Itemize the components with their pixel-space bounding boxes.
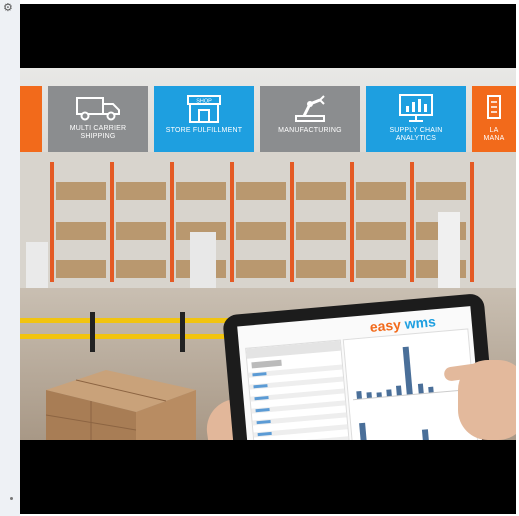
gear-icon: ⚙: [3, 2, 13, 14]
monitor-chart-icon: [399, 94, 433, 122]
video-frame[interactable]: MULTI CARRIER SHIPPING SHOP STORE FULFILL…: [20, 4, 516, 514]
tile-store-fulfillment[interactable]: SHOP STORE FULFILLMENT: [154, 86, 254, 152]
data-table: [245, 339, 354, 440]
warehouse-racks: [20, 152, 516, 302]
dot-marker: [10, 497, 13, 500]
tile-multi-carrier-shipping[interactable]: MULTI CARRIER SHIPPING: [48, 86, 148, 152]
shop-sign: SHOP: [196, 99, 212, 105]
tile-label: SUPPLY CHAIN ANALYTICS: [389, 127, 443, 142]
right-hand: [458, 360, 516, 440]
tile-label: LA MANA: [483, 127, 505, 142]
robot-arm-icon: [295, 95, 325, 122]
tile-partial-left[interactable]: [20, 86, 42, 152]
left-strip: ⚙: [0, 0, 20, 516]
brand-prefix: easy: [369, 316, 402, 335]
tile-supply-chain-analytics[interactable]: SUPPLY CHAIN ANALYTICS: [366, 86, 466, 152]
tile-partial-right[interactable]: LA MANA: [472, 86, 516, 152]
tile-label: MULTI CARRIER SHIPPING: [69, 125, 127, 140]
tile-label: MANUFACTURING: [278, 127, 342, 134]
warehouse-scene: MULTI CARRIER SHIPPING SHOP STORE FULFILL…: [20, 68, 516, 440]
frame: ⚙ MULTI CARRIER SHIPPING SHOP STORE FULF…: [0, 0, 519, 516]
brand-mark: wms: [403, 313, 437, 332]
tile-manufacturing[interactable]: MANUFACTURING: [260, 86, 360, 152]
service-tiles: MULTI CARRIER SHIPPING SHOP STORE FULFILL…: [20, 86, 516, 152]
truck-icon: [76, 97, 120, 121]
tile-label: STORE FULFILLMENT: [165, 127, 243, 134]
shop-icon: SHOP: [187, 95, 221, 123]
cardboard-boxes: [46, 370, 196, 440]
clipboard-icon: [487, 95, 501, 119]
